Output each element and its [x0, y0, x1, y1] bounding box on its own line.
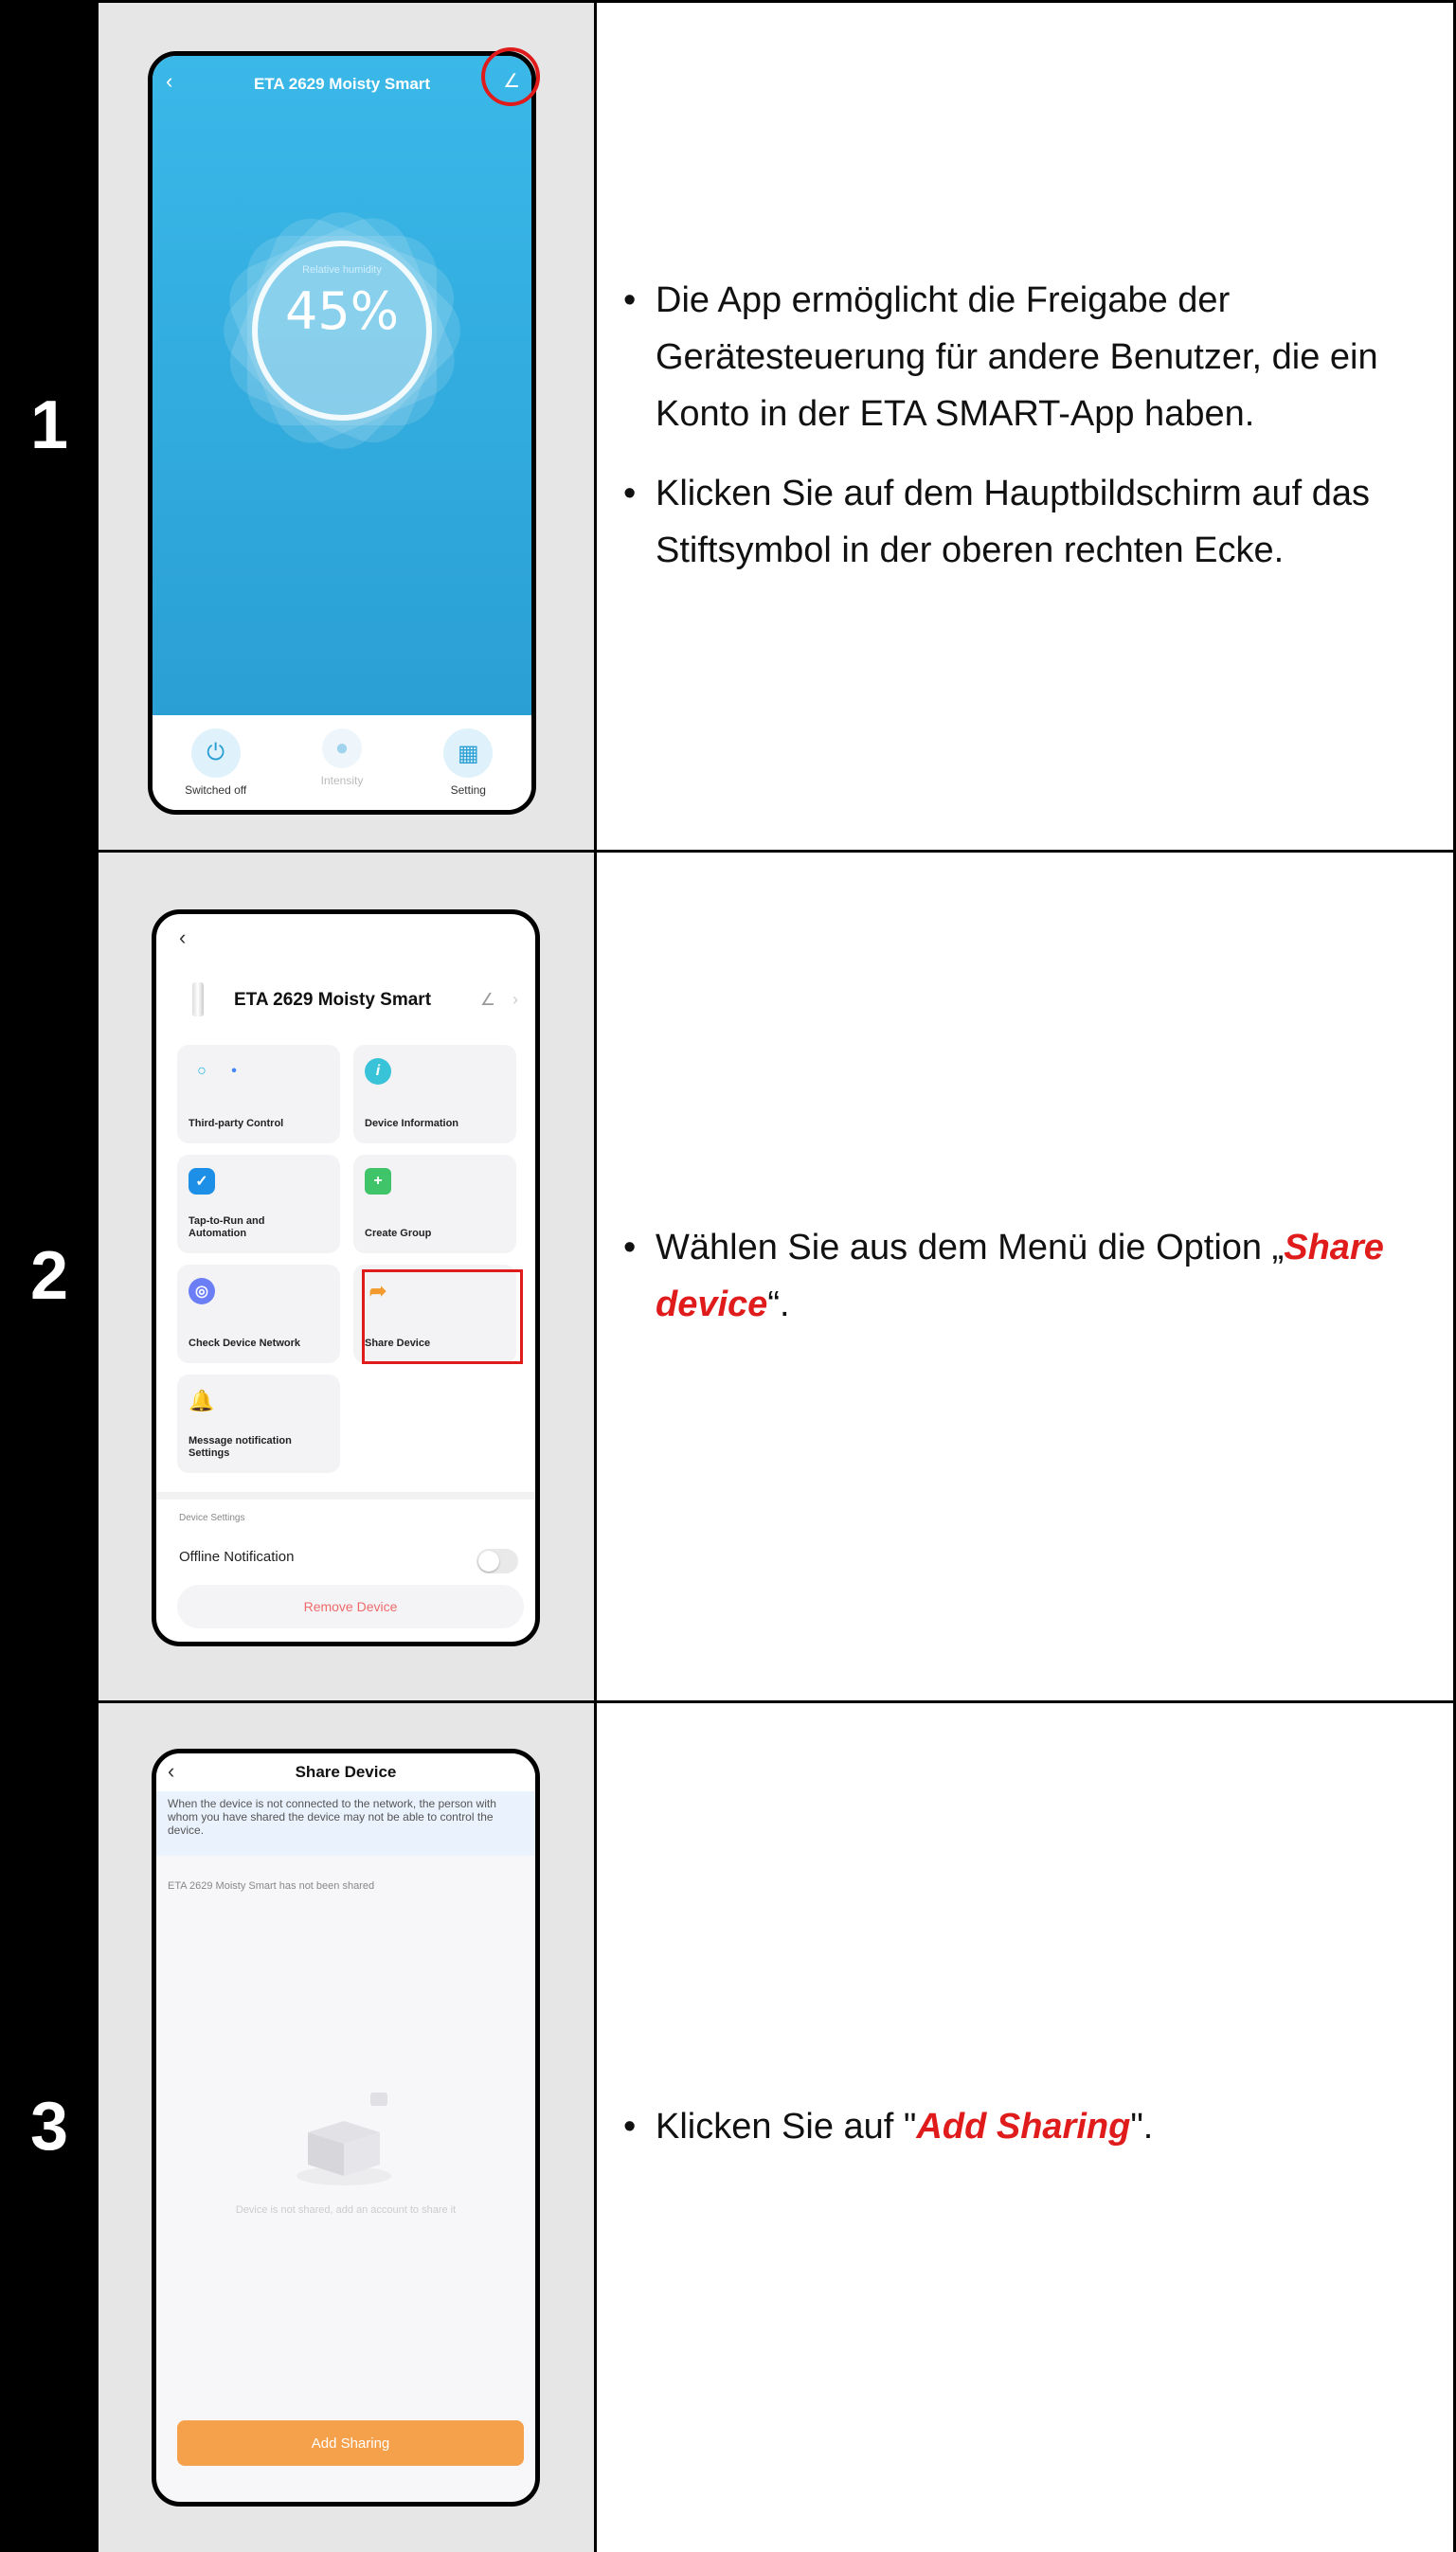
tile-tap-to-run[interactable]: ✓ Tap-to-Run and Automation [177, 1155, 340, 1253]
device-name: ETA 2629 Moisty Smart [234, 990, 432, 1010]
network-icon: ◎ [189, 1278, 215, 1304]
check-icon: ✓ [189, 1168, 215, 1195]
chevron-right-icon: › [512, 990, 518, 1009]
device-image [192, 982, 204, 1016]
instruction-cell: • Klicken Sie auf "Add Sharing". [597, 1701, 1455, 2552]
offline-notification-toggle[interactable] [476, 1549, 518, 1573]
tile-check-network[interactable]: ◎ Check Device Network [177, 1265, 340, 1363]
phone-screen-share: ‹ Share Device When the device is not co… [152, 1749, 540, 2507]
instruction-cell: • Die App ermöglicht die Freigabe der Ger… [597, 0, 1455, 851]
step-number: 3 [0, 1701, 99, 2552]
tile-third-party-control[interactable]: ○ • Third-party Control [177, 1045, 340, 1143]
empty-box-icon [297, 2093, 391, 2185]
humidity-label: Relative humidity [302, 264, 382, 276]
instruction-bullet: • Klicken Sie auf "Add Sharing". [623, 2107, 1154, 2147]
drop-icon: ● [321, 728, 362, 768]
section-divider [156, 1492, 535, 1500]
info-icon: i [365, 1058, 391, 1085]
step-number: 1 [0, 0, 99, 851]
tile-device-information[interactable]: i Device Information [353, 1045, 516, 1143]
bell-icon: 🔔 [189, 1389, 215, 1412]
group-icon: + [365, 1168, 391, 1195]
instruction-bullet: • Klicken Sie auf dem Hauptbildschirm auf… [623, 474, 1371, 570]
device-title: ETA 2629 Moisty Smart [253, 75, 431, 93]
not-shared-text: ETA 2629 Moisty Smart has not been share… [168, 1880, 375, 1892]
switch-button[interactable]: ⏻ Switched off [169, 715, 263, 810]
instruction-bullet: • Die App ermöglicht die Freigabe der Ger… [623, 280, 1378, 434]
phone-screen-main: ‹ ETA 2629 Moisty Smart ∠ Relative humid… [148, 51, 536, 815]
alexa-icon: ○ [197, 1063, 207, 1079]
setting-button[interactable]: ▦ Setting [421, 715, 515, 810]
back-chevron-icon[interactable]: ‹ [179, 926, 186, 950]
grid-icon: ▦ [443, 728, 494, 778]
intensity-button[interactable]: ● Intensity [295, 715, 389, 810]
empty-state-text: Device is not shared, add an account to … [235, 2204, 457, 2216]
instruction-bullet: • Wählen Sie aus dem Menü die Option „Sh… [623, 1228, 1384, 1324]
highlighted-term: Add Sharing [916, 2107, 1131, 2147]
table-border [0, 0, 1456, 3]
power-icon: ⏻ [190, 728, 241, 778]
add-sharing-button[interactable]: Add Sharing [177, 2420, 524, 2466]
offline-notification-label: Offline Notification [179, 1549, 295, 1565]
remove-device-button[interactable]: Remove Device [177, 1585, 524, 1628]
screen-title: Share Device [295, 1763, 397, 1781]
instruction-cell: • Wählen Sie aus dem Menü die Option „Sh… [597, 851, 1455, 1701]
bottom-controls: ⏻ Switched off ● Intensity ▦ Setting [153, 715, 531, 810]
tile-message-notification[interactable]: 🔔 Message notification Settings [177, 1375, 340, 1473]
highlight-box [362, 1269, 523, 1364]
network-note: When the device is not connected to the … [156, 1791, 535, 1856]
assistant-icon: • [231, 1063, 237, 1079]
row-divider [0, 1700, 1456, 1703]
device-settings-label: Device Settings [179, 1513, 245, 1523]
humidity-value: 45% [284, 281, 400, 341]
highlight-circle [481, 47, 540, 106]
row-divider [0, 850, 1456, 853]
tile-create-group[interactable]: + Create Group [353, 1155, 516, 1253]
step-number: 2 [0, 851, 99, 1701]
pen-icon[interactable]: ∠ [480, 990, 495, 1010]
